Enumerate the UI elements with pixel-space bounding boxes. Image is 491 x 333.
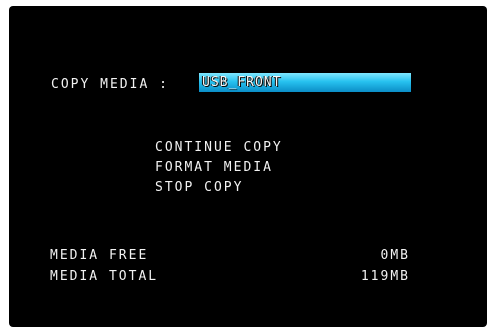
copy-menu: CONTINUE COPY FORMAT MEDIA STOP COPY xyxy=(155,138,283,198)
copy-media-value: USB_FRONT xyxy=(202,75,282,90)
continue-copy-option[interactable]: CONTINUE COPY xyxy=(155,138,283,158)
media-free-value: 0MB xyxy=(380,248,410,263)
format-media-option[interactable]: FORMAT MEDIA xyxy=(155,158,283,178)
media-free-row: MEDIA FREE 0MB xyxy=(50,247,410,265)
stop-copy-option[interactable]: STOP COPY xyxy=(155,178,283,198)
media-total-label: MEDIA TOTAL xyxy=(50,269,159,284)
copy-media-label: COPY MEDIA : xyxy=(51,77,169,92)
media-total-row: MEDIA TOTAL 119MB xyxy=(50,268,410,286)
media-free-label: MEDIA FREE xyxy=(50,248,149,263)
osd-screen: COPY MEDIA : USB_FRONT CONTINUE COPY FOR… xyxy=(9,6,487,327)
copy-media-selector[interactable]: USB_FRONT xyxy=(199,73,411,92)
media-total-value: 119MB xyxy=(360,269,410,284)
